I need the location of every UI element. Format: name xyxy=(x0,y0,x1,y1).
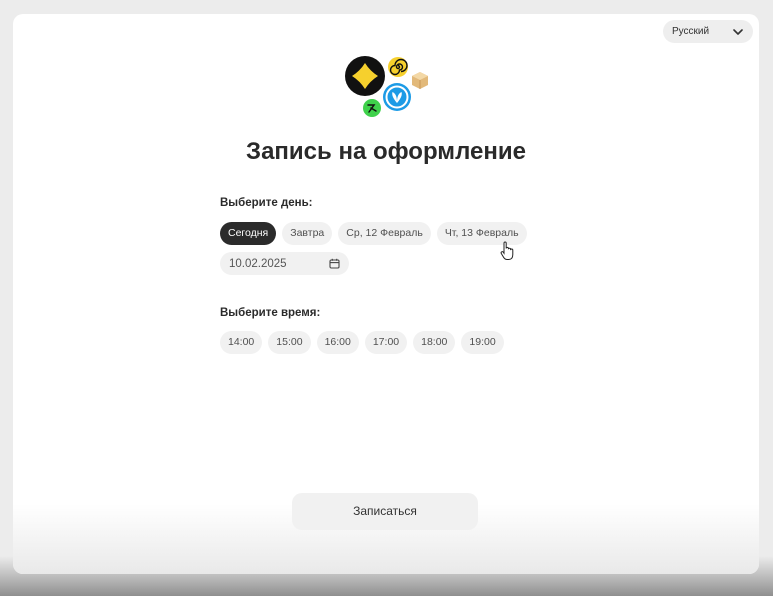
day-option-today[interactable]: Сегодня xyxy=(220,222,277,245)
time-options: 14:00 15:00 16:00 17:00 18:00 19:00 xyxy=(220,331,504,354)
day-label: Выберите день: xyxy=(220,197,313,209)
day-options: Сегодня Завтра Ср, 12 Февраль Чт, 13 Фев… xyxy=(220,222,527,245)
submit-button[interactable]: Записаться xyxy=(292,493,478,530)
language-select[interactable]: Русский xyxy=(663,20,753,43)
day-option-wed-12[interactable]: Ср, 12 Февраль xyxy=(338,222,431,245)
time-option-1400[interactable]: 14:00 xyxy=(220,331,263,354)
day-option-tomorrow[interactable]: Завтра xyxy=(282,222,333,245)
date-input[interactable]: 10.02.2025 xyxy=(220,252,349,275)
language-select-value: Русский xyxy=(672,26,710,37)
logo xyxy=(345,56,428,117)
page-title: Запись на оформление xyxy=(246,138,526,165)
time-option-1500[interactable]: 15:00 xyxy=(268,331,311,354)
hand-cursor-icon xyxy=(500,241,514,260)
chevron-down-icon xyxy=(733,28,743,35)
booking-card: Русский Запись на оформление Выберите де… xyxy=(13,14,759,574)
calendar-icon[interactable] xyxy=(329,258,340,269)
time-option-1700[interactable]: 17:00 xyxy=(364,331,408,354)
time-option-1900[interactable]: 19:00 xyxy=(461,331,504,354)
time-label: Выберите время: xyxy=(220,307,321,319)
date-input-value: 10.02.2025 xyxy=(229,257,287,270)
time-option-1800[interactable]: 18:00 xyxy=(413,331,456,354)
time-option-1600[interactable]: 16:00 xyxy=(316,331,359,354)
